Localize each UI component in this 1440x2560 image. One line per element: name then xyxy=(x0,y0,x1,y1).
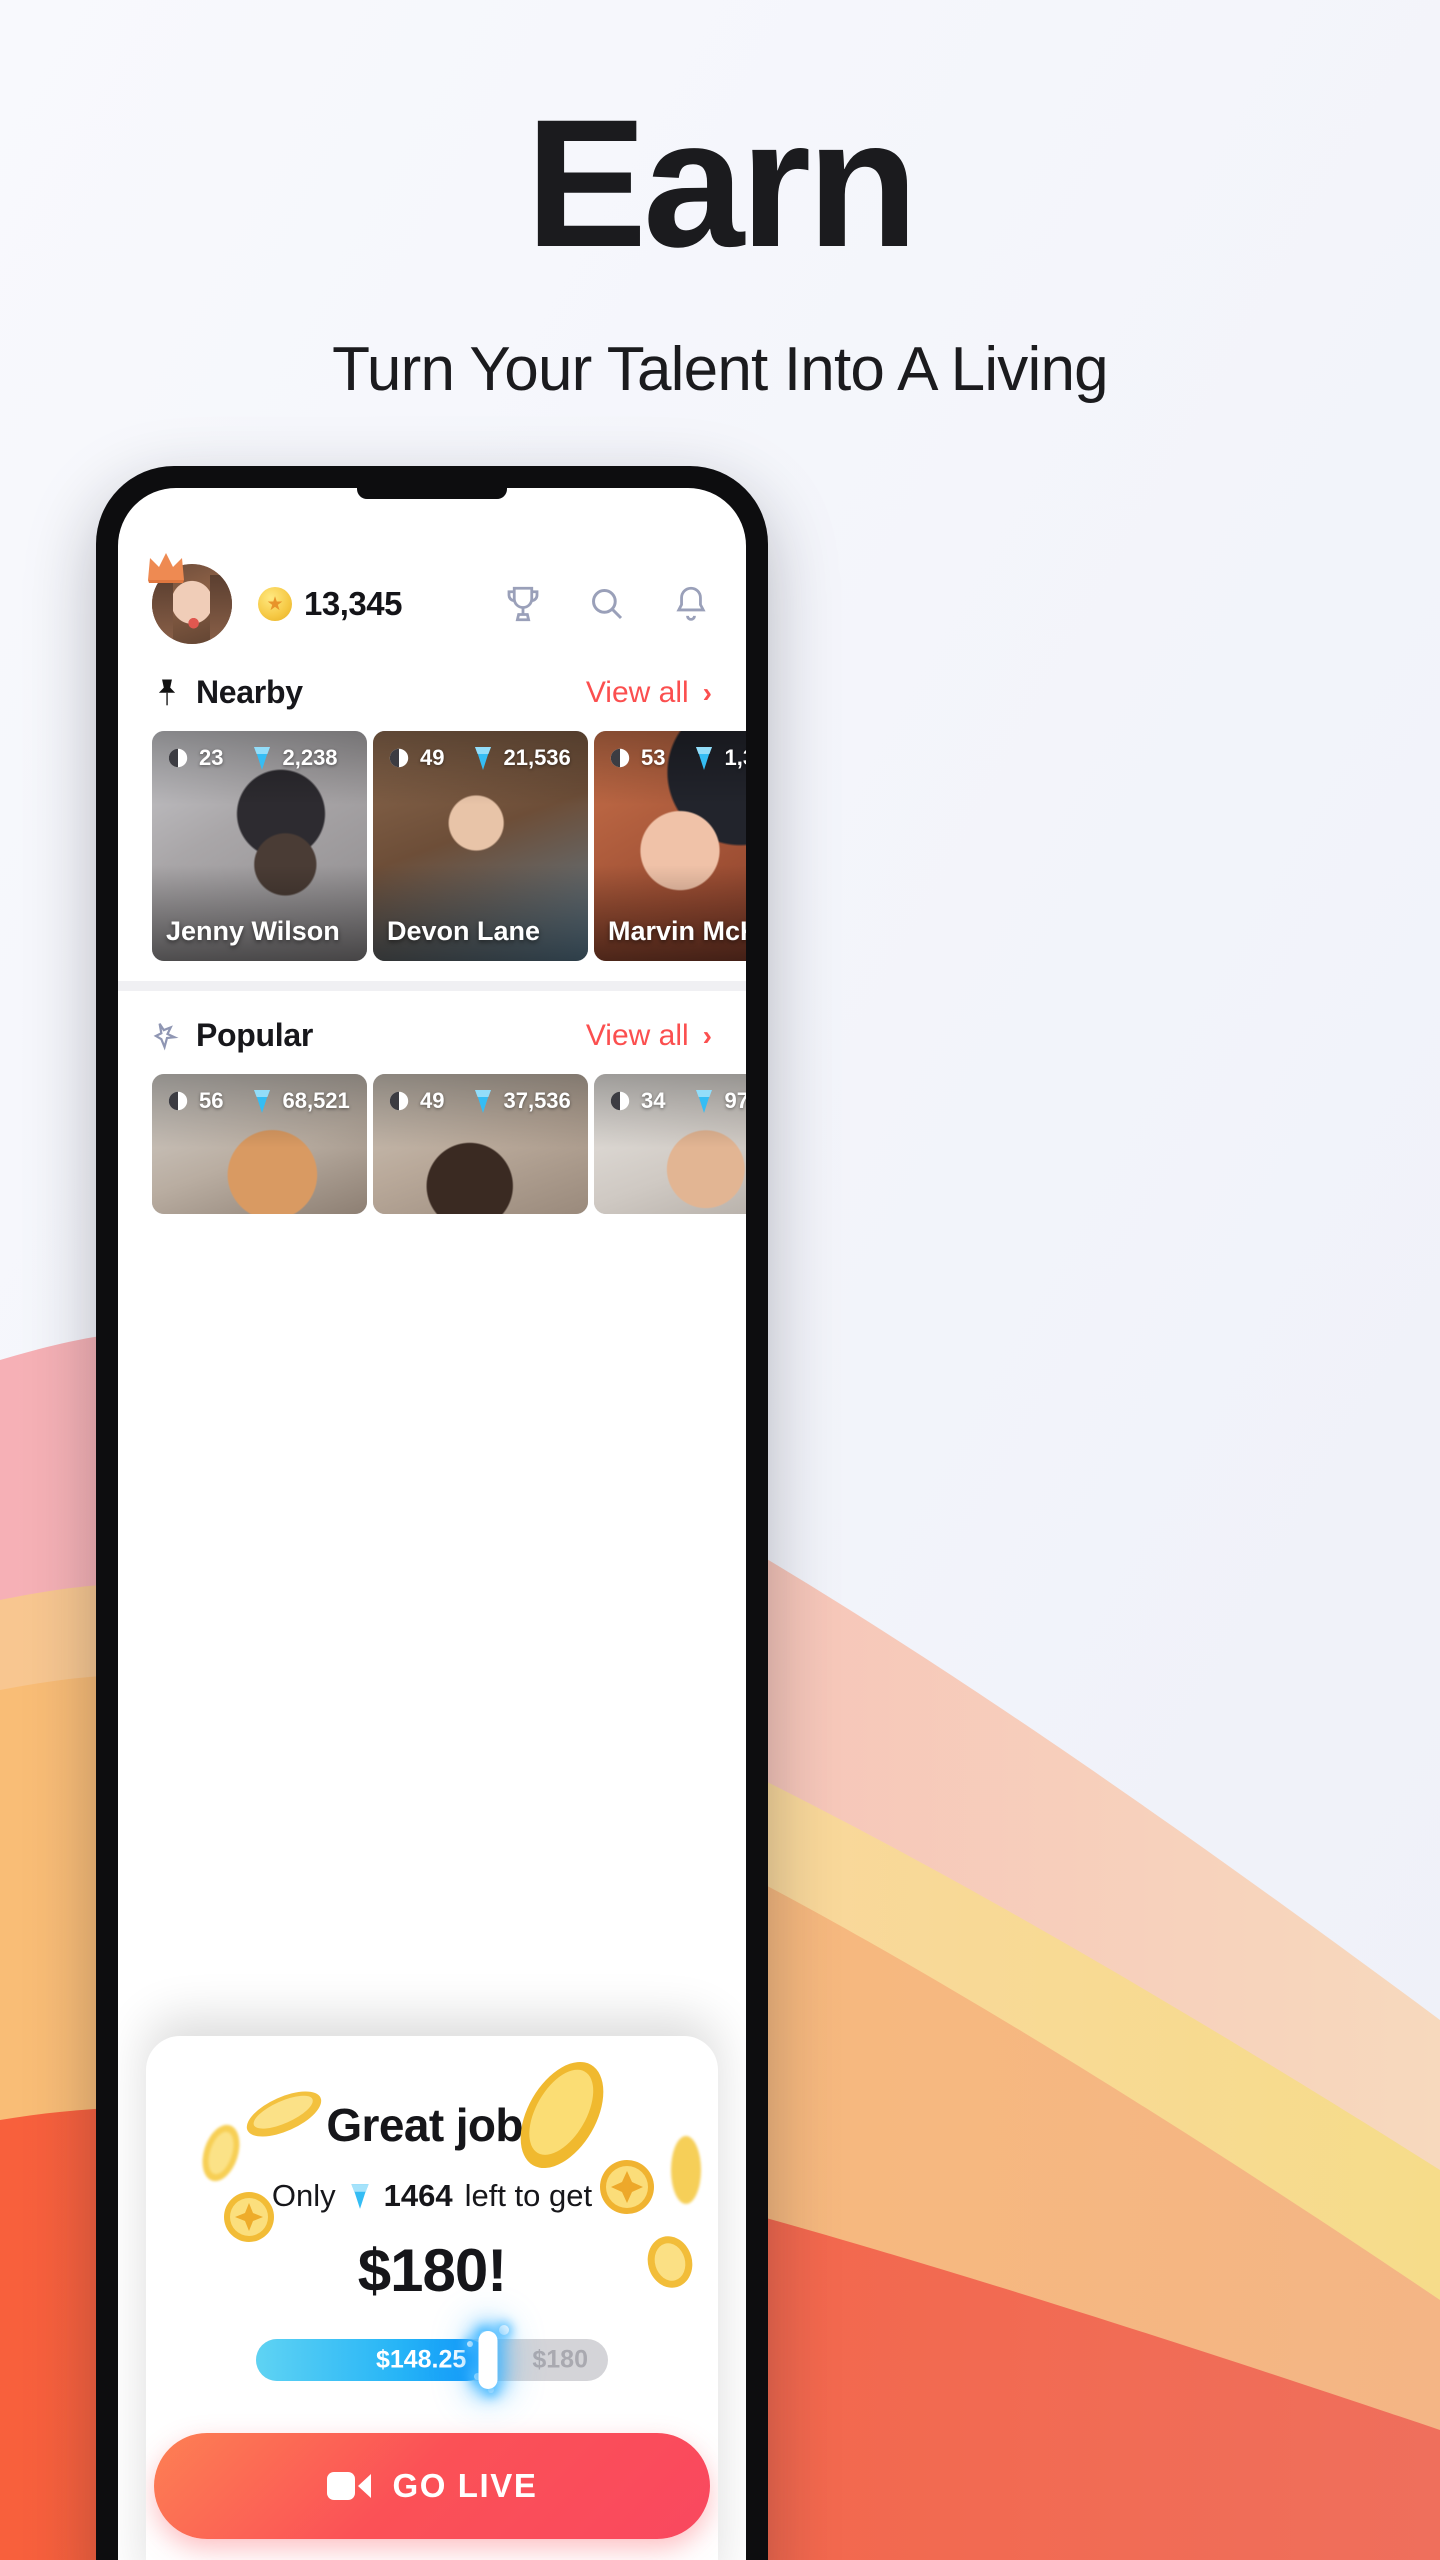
gems-count: 1,348 xyxy=(724,745,746,770)
views-count: 49 xyxy=(420,1088,445,1113)
card-stats: 49 37,536 xyxy=(387,1088,578,1114)
coin-decoration xyxy=(671,2136,701,2204)
gem-icon xyxy=(696,747,713,770)
earnings-progress-bar[interactable]: $180 $148.25 xyxy=(256,2325,608,2393)
card-stats: 53 1,348 xyxy=(608,745,746,771)
coin-decoration xyxy=(647,2236,693,2288)
coin-balance[interactable]: ★ 13,345 xyxy=(258,585,402,623)
progress-knob[interactable] xyxy=(478,2331,498,2389)
coin-icon: ★ xyxy=(258,587,292,621)
card-rail-nearby[interactable]: 23 2,238 Jenny Wilson 49 21,536 Devon La… xyxy=(118,731,746,961)
avatar[interactable] xyxy=(148,553,232,644)
crown-icon xyxy=(148,553,184,583)
gems-count: 97,347 xyxy=(724,1088,746,1113)
cta-section: GO LIVE xyxy=(146,2381,718,2539)
view-all-popular[interactable]: View all › xyxy=(586,1019,712,1053)
gem-icon xyxy=(254,1090,271,1113)
section-header-popular: Popular View all › xyxy=(118,991,746,1074)
gems-remaining-value: 1464 xyxy=(383,2178,453,2213)
go-live-label: GO LIVE xyxy=(392,2467,538,2504)
views-count: 56 xyxy=(199,1088,224,1113)
gems-count: 68,521 xyxy=(282,1088,350,1113)
views-count: 49 xyxy=(420,745,445,770)
streamer-name: Jenny Wilson xyxy=(166,916,340,946)
only-prefix-label: Only xyxy=(271,2178,336,2213)
view-all-label: View all xyxy=(585,675,689,709)
spark-star-icon xyxy=(153,1022,179,1051)
views-count: 34 xyxy=(641,1088,666,1113)
gems-count: 21,536 xyxy=(503,745,571,770)
streamer-name: Marvin McKinn xyxy=(608,916,746,946)
section-header-nearby: Nearby View all › xyxy=(118,648,746,731)
views-count: 23 xyxy=(199,745,224,770)
video-camera-icon xyxy=(327,2472,372,2500)
views-icon xyxy=(389,1091,409,1111)
gem-icon xyxy=(475,747,492,770)
views-icon xyxy=(610,1091,630,1111)
stream-card[interactable]: 56 68,521 xyxy=(152,1074,367,1214)
trophy-icon[interactable] xyxy=(502,583,544,625)
card-stats: 56 68,521 xyxy=(166,1088,357,1114)
stream-card[interactable]: 53 1,348 Marvin McKinn xyxy=(594,731,746,961)
card-stats: 23 2,238 xyxy=(166,745,357,771)
progress-fill: $148.25 xyxy=(256,2339,489,2381)
go-live-button[interactable]: GO LIVE xyxy=(154,2433,710,2539)
page-subtitle: Turn Your Talent Into A Living xyxy=(332,335,1109,404)
chevron-right-icon: › xyxy=(702,676,712,708)
phone-notch xyxy=(357,488,507,499)
progress-section: $180 $148.25 xyxy=(146,2305,718,2393)
gem-icon xyxy=(254,747,271,770)
streamer-name: Devon Lane xyxy=(387,916,541,946)
views-icon xyxy=(168,748,188,768)
coin-decoration xyxy=(600,2160,654,2214)
chevron-right-icon: › xyxy=(702,1019,712,1051)
search-icon[interactable] xyxy=(586,583,628,625)
stream-card[interactable]: 49 37,536 xyxy=(373,1074,588,1214)
coin-balance-value: 13,345 xyxy=(304,585,402,622)
progress-target-label: $180 xyxy=(532,2345,588,2374)
gems-count: 37,536 xyxy=(503,1088,571,1113)
coin-decoration xyxy=(224,2192,274,2242)
page-title: Earn xyxy=(525,81,919,285)
view-all-nearby[interactable]: View all › xyxy=(586,676,712,710)
app-topbar: ★ 13,345 xyxy=(118,488,746,648)
gem-icon xyxy=(696,1090,713,1113)
phone-screen: ★ 13,345 Nearby View all › 23 2,238 Jenn… xyxy=(118,488,746,2560)
topbar-actions xyxy=(502,583,712,625)
gem-icon xyxy=(475,1090,492,1113)
views-icon xyxy=(610,748,630,768)
card-stats: 34 97,347 xyxy=(608,1088,746,1114)
views-count: 53 xyxy=(641,745,666,770)
gems-count: 2,238 xyxy=(282,745,338,770)
views-icon xyxy=(389,748,409,768)
only-suffix-label: left to get xyxy=(464,2178,593,2213)
coin-decoration xyxy=(246,2091,322,2137)
section-title: Popular xyxy=(196,1017,314,1053)
views-icon xyxy=(168,1091,188,1111)
gem-icon xyxy=(351,2184,369,2209)
bell-icon[interactable] xyxy=(670,583,712,625)
stream-card[interactable]: 23 2,238 Jenny Wilson xyxy=(152,731,367,961)
view-all-label: View all xyxy=(585,1018,689,1052)
card-stats: 49 21,536 xyxy=(387,745,578,771)
reward-sheet: Great job! Only 1464 left to get $180! $… xyxy=(146,2036,718,2560)
section-title: Nearby xyxy=(196,674,303,710)
promo-header: Earn Turn Your Talent Into A Living xyxy=(0,0,1440,405)
stream-card[interactable]: 34 97,347 xyxy=(594,1074,746,1214)
card-rail-popular[interactable]: 56 68,521 49 37,536 34 97 xyxy=(118,1074,746,1214)
section-divider xyxy=(118,981,746,991)
stream-card[interactable]: 49 21,536 Devon Lane xyxy=(373,731,588,961)
progress-current-label: $148.25 xyxy=(375,2345,467,2374)
phone-mockup: ★ 13,345 Nearby View all › 23 2,238 Jenn… xyxy=(96,466,768,2560)
pin-icon xyxy=(158,678,176,705)
